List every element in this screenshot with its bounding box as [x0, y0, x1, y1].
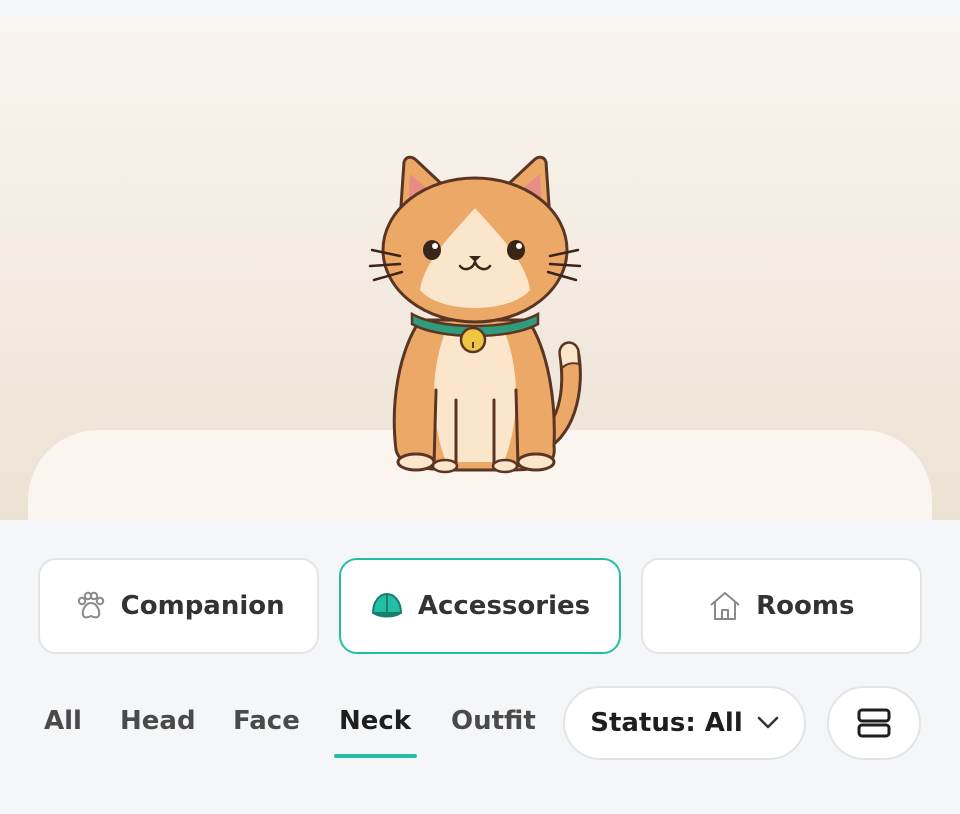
subtab-face[interactable]: Face — [233, 706, 300, 736]
category-row: All Head Face Neck Outfit Status: All — [0, 684, 960, 764]
paw-icon — [77, 591, 104, 619]
status-filter-button[interactable]: Status: All — [563, 686, 806, 760]
tab-accessories[interactable]: Accessories — [339, 558, 621, 654]
cap-icon — [371, 593, 402, 618]
tab-companion[interactable]: Companion — [38, 558, 320, 654]
companion-stage — [0, 0, 960, 520]
subtab-outfit[interactable]: Outfit — [451, 706, 536, 736]
tab-accessories-label: Accessories — [417, 591, 591, 621]
house-icon — [710, 592, 740, 620]
subtab-neck[interactable]: Neck — [339, 706, 411, 736]
layout-toggle-button[interactable] — [827, 686, 921, 760]
status-filter-label: Status: All — [590, 708, 743, 738]
subtab-head[interactable]: Head — [120, 706, 196, 736]
active-subtab-underline — [334, 754, 417, 758]
subtab-all[interactable]: All — [44, 706, 82, 736]
chevron-down-icon — [757, 716, 778, 729]
cat-companion[interactable] — [360, 150, 590, 480]
tab-rooms-label: Rooms — [756, 591, 855, 621]
top-strip — [0, 0, 960, 18]
tab-companion-label: Companion — [120, 591, 285, 621]
main-tabs: Companion Accessories Rooms — [38, 558, 922, 654]
list-layout-icon — [857, 708, 891, 738]
tab-rooms[interactable]: Rooms — [640, 558, 922, 654]
